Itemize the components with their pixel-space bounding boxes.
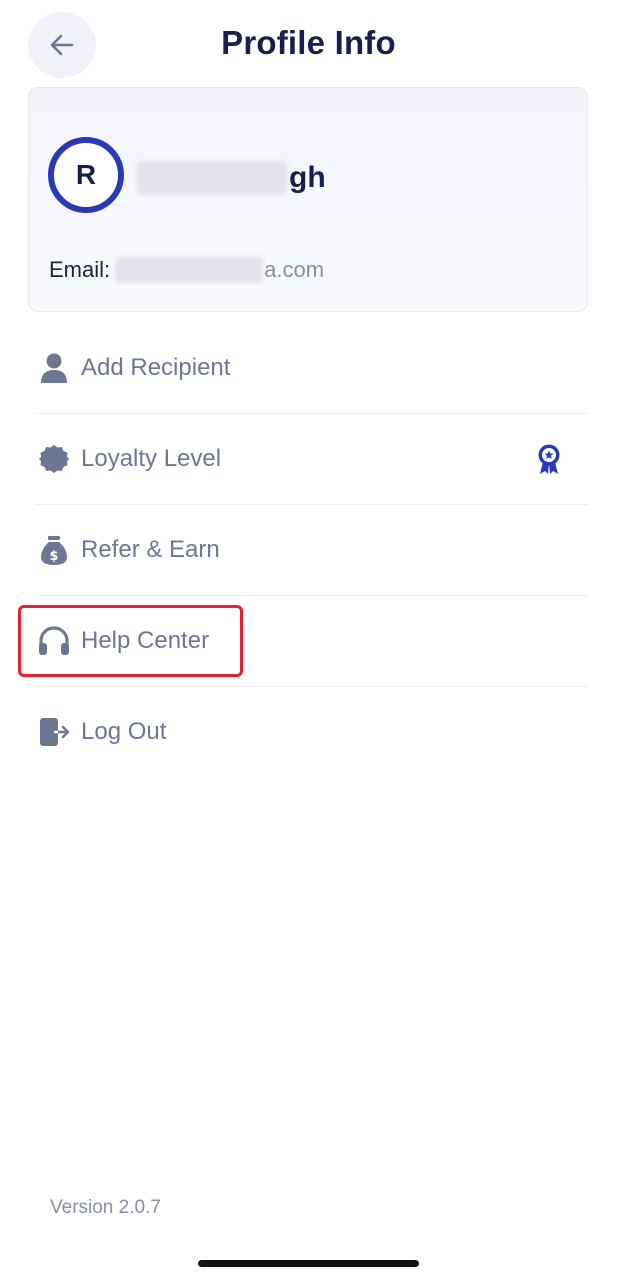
profile-email: Email: a.com [49, 254, 324, 286]
person-icon [36, 350, 72, 386]
home-indicator [198, 1260, 419, 1267]
app-version: Version 2.0.7 [50, 1197, 161, 1218]
menu-item-label: Log Out [81, 718, 167, 745]
badge-icon [36, 441, 72, 477]
money-bag-icon: $ [36, 532, 72, 568]
headphones-icon [36, 623, 72, 659]
award-ribbon-icon [536, 443, 562, 475]
menu-item-help-center[interactable]: Help Center [18, 596, 588, 687]
page-title: Profile Info [221, 24, 396, 61]
svg-text:$: $ [49, 549, 58, 564]
profile-name-suffix: gh [289, 161, 326, 194]
menu-item-add-recipient[interactable]: Add Recipient [35, 323, 588, 414]
profile-menu: Add Recipient Loyalty Level $ Refer & Ea… [18, 323, 588, 777]
redacted-email [115, 257, 264, 283]
menu-item-label: Refer & Earn [81, 536, 220, 563]
menu-item-log-out[interactable]: Log Out [35, 687, 588, 777]
logout-icon [36, 714, 72, 750]
menu-item-loyalty-level[interactable]: Loyalty Level [35, 414, 588, 505]
profile-card: R gh Email: a.com [28, 87, 588, 312]
menu-item-label: Add Recipient [81, 354, 231, 381]
avatar: R [48, 137, 124, 213]
email-suffix: a.com [264, 257, 325, 282]
redacted-name [137, 161, 287, 195]
menu-item-label: Help Center [81, 627, 210, 654]
menu-item-refer-earn[interactable]: $ Refer & Earn [35, 505, 588, 596]
profile-name: gh [137, 158, 326, 198]
email-label: Email: [49, 257, 111, 282]
menu-item-label: Loyalty Level [81, 445, 222, 472]
